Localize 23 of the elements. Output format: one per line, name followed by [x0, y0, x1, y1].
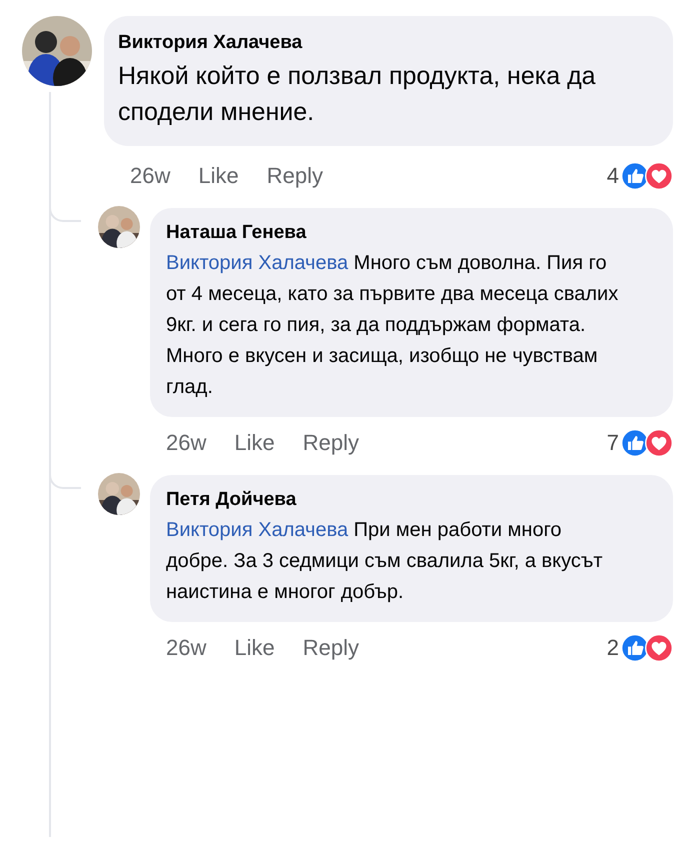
- like-link[interactable]: Like: [198, 163, 239, 189]
- reply-link[interactable]: Reply: [266, 163, 323, 189]
- author-name[interactable]: Наташа Генева: [166, 222, 657, 244]
- timestamp[interactable]: 26w: [166, 430, 206, 456]
- reaction-count[interactable]: 7: [606, 430, 619, 456]
- reply-link[interactable]: Reply: [302, 635, 359, 661]
- thumbs-up-icon: [621, 429, 649, 457]
- author-name[interactable]: Виктория Халачева: [118, 32, 651, 54]
- author-name[interactable]: Петя Дойчева: [166, 489, 657, 511]
- comment-text: Виктория Халачева Много съм доволна. Пия го от 4 месеца, като за първите два месеца свалих 9кг. и сега го пия, за да поддържам формата. Много е вкусен и засища, изобщо не чувствам глад.: [166, 251, 620, 400]
- thumbs-up-icon: [621, 634, 649, 662]
- reply-link[interactable]: Reply: [302, 430, 359, 456]
- mention-link[interactable]: Виктория Халачева: [166, 252, 348, 274]
- like-link[interactable]: Like: [234, 430, 275, 456]
- mention-link[interactable]: Виктория Халачева: [166, 519, 348, 541]
- timestamp[interactable]: 26w: [166, 635, 206, 661]
- thumbs-up-icon: [621, 162, 649, 190]
- reaction-count[interactable]: 2: [606, 635, 619, 661]
- comment-text: Виктория Халачева При мен работи много добре. За 3 седмици съм свалила 5кг, а вкусът наистина е многог добър.: [166, 518, 604, 605]
- timestamp[interactable]: 26w: [130, 163, 170, 189]
- comment-text: Някой който е ползвал продукта, нека да сподели мнение.: [118, 61, 597, 128]
- reaction-count[interactable]: 4: [606, 163, 619, 189]
- like-link[interactable]: Like: [234, 635, 275, 661]
